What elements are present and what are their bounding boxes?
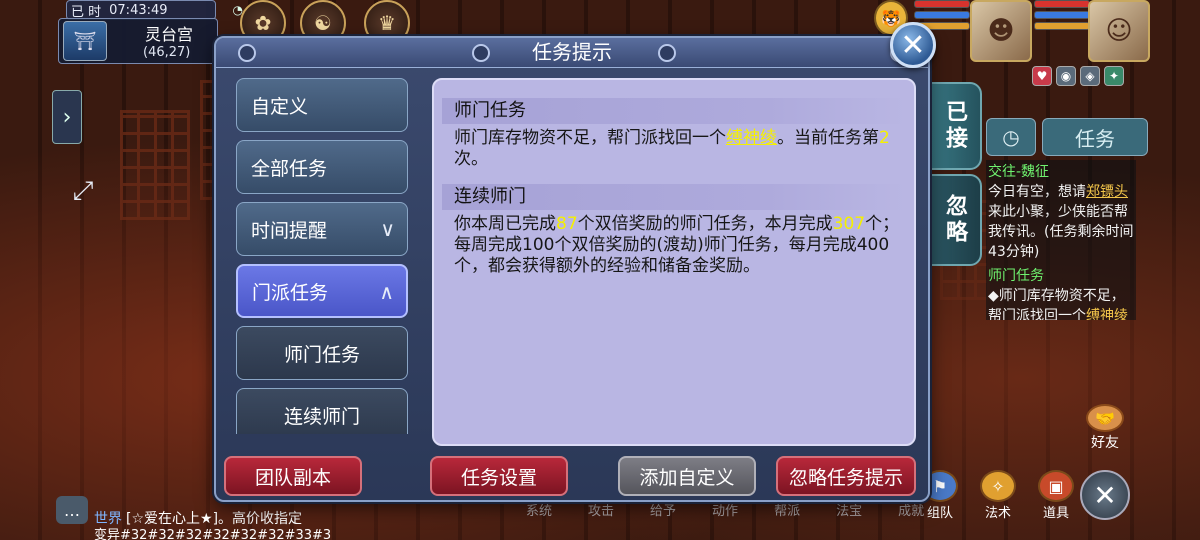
player-avatar[interactable]: ☺ [1088,0,1150,62]
bottom-menu-labels: 系统 攻击 给予 动作 帮派 法宝 成就 [526,500,924,519]
buff-icon[interactable]: ◉ [1056,66,1076,86]
fullscreen-expand-icon[interactable]: ⤢ [64,172,102,210]
buff-icons: ♥ ◉ ◈ ✦ [1032,66,1124,86]
items-label: 道具 [1042,506,1069,521]
chevron-up-icon: ∧ [379,280,394,304]
category-label: 时间提醒 [251,219,328,242]
category-label: 全部任务 [251,157,328,180]
description-text: 。当前任务第 [777,128,879,148]
quest-text: 今日有空，想请 [988,184,1086,200]
dialog-title: 任务提示 [532,40,612,64]
quest-item-link[interactable]: 缚神绫 [1086,308,1128,320]
category-custom[interactable]: 自定义 [236,78,408,132]
category-label: 自定义 [251,95,309,118]
buff-icon[interactable]: ◈ [1080,66,1100,86]
master-task-description: 师门库存物资不足，帮门派找回一个缚神绫。当前任务第2 次。 [454,128,902,170]
team-label: 组队 [926,506,953,521]
task-count: 2 [879,128,890,148]
ignore-task-hints-button[interactable]: 忽略任务提示 [776,456,916,496]
buff-icon[interactable]: ✦ [1104,66,1124,86]
tab-accepted[interactable]: 已接 [926,82,982,170]
section-title-continuous-master: 连续师门 [442,184,906,210]
menu-attack[interactable]: 攻击 [588,500,614,519]
close-icon[interactable]: ✕ [890,22,936,68]
tab-ignored[interactable]: 忽略 [926,174,982,266]
minimap-box[interactable]: ⛩ 灵台宫 (46,27) [58,18,218,64]
quest-text: 来此小聚，少侠能否帮我传讯。(任务剩余时间43分钟) [988,204,1134,260]
clock-time: 07:43:49 [109,2,168,18]
spell-button[interactable]: ✧ 法术 [978,470,1018,521]
spell-label: 法术 [984,506,1011,521]
chevron-down-icon: ∨ [380,217,395,241]
task-settings-button[interactable]: 任务设置 [430,456,568,496]
window-lattice-decoration [120,110,190,220]
friends-button[interactable]: 🤝 好友 [1080,404,1130,452]
quest-panel-header: ◷ 任务 [986,118,1148,156]
quest-entry[interactable]: 交往-魏征 今日有空，想请郑镖头来此小聚，少侠能否帮我传讯。(任务剩余时间43分… [988,162,1134,262]
add-custom-button[interactable]: 添加自定义 [618,456,756,496]
items-icon: ▣ [1038,470,1074,502]
clock-label: 已 时 [71,4,102,20]
description-text: 个双倍奖励的师门任务，本月完成 [577,214,833,234]
subcategory-master-task[interactable]: 师门任务 [236,326,408,380]
quest-tracker[interactable]: 交往-魏征 今日有空，想请郑镖头来此小聚，少侠能否帮我传讯。(任务剩余时间43分… [986,160,1136,320]
continuous-master-description: 你本周已完成87个双倍奖励的师门任务，本月完成307个；每周完成100个双倍奖励… [454,214,902,277]
timer-icon[interactable]: ◷ [986,118,1036,156]
minimap-icon[interactable]: ⛩ [63,21,107,61]
player-status-bars [1034,0,1090,33]
quest-title: 师门任务 [988,268,1044,284]
team-dungeon-button[interactable]: 团队副本 [224,456,362,496]
bottom-menu-icons: ⚑ 组队 ✧ 法术 ▣ 道具 [920,470,1076,521]
description-text: 师门库存物资不足，帮门派找回一个 [454,128,726,148]
weekly-count: 87 [556,214,578,234]
item-link[interactable]: 缚神绫 [726,128,777,148]
menu-system[interactable]: 系统 [526,500,552,519]
description-text: 你本周已完成 [454,214,556,234]
task-hint-dialog: 任务提示 自定义 全部任务 时间提醒 ∨ 门派任务 ∧ 师门任务 连续师门 师门… [214,36,930,502]
menu-give[interactable]: 给予 [650,500,676,519]
menu-treasure[interactable]: 法宝 [836,500,862,519]
quest-title: 交往-魏征 [988,164,1050,180]
category-sect-tasks[interactable]: 门派任务 ∧ [236,264,408,318]
friends-label: 好友 [1091,435,1119,451]
task-detail-panel: 师门任务 师门库存物资不足，帮门派找回一个缚神绫。当前任务第2 次。 连续师门 你… [432,78,916,446]
subcategory-continuous-master[interactable]: 连续师门 [236,388,408,434]
menu-action[interactable]: 动作 [712,500,738,519]
category-label: 门派任务 [252,281,329,304]
category-time-reminder[interactable]: 时间提醒 ∨ [236,202,408,256]
map-name: 灵台宫 [145,25,194,44]
description-text: 次。 [454,149,488,169]
expand-left-arrow-icon[interactable]: › [52,90,82,144]
menu-guild[interactable]: 帮派 [774,500,800,519]
chat-message-continued: 变异#32#32#32#32#32#32#33#3 [94,528,332,540]
section-title-master-task: 师门任务 [442,98,906,124]
close-menu-icon[interactable]: ✕ [1080,470,1130,520]
pet-portrait[interactable]: ☻ [970,0,1032,62]
chat-bubble-icon[interactable]: … [56,496,88,524]
handshake-icon: 🤝 [1086,404,1124,432]
category-all-tasks[interactable]: 全部任务 [236,140,408,194]
map-coordinates: (46,27) [143,45,191,60]
category-label: 师门任务 [283,343,360,366]
spell-icon: ✧ [980,470,1016,502]
clock-bar: 已 时 07:43:49 ◔ [66,0,243,20]
quest-task-button[interactable]: 任务 [1042,118,1148,156]
items-button[interactable]: ▣ 道具 [1036,470,1076,521]
category-label: 连续师门 [283,405,360,428]
quest-npc-link[interactable]: 郑镖头 [1086,184,1128,200]
category-list[interactable]: 自定义 全部任务 时间提醒 ∨ 门派任务 ∧ 师门任务 连续师门 [236,78,408,434]
monthly-count: 307 [832,214,866,234]
heart-buff-icon[interactable]: ♥ [1032,66,1052,86]
quest-entry[interactable]: 师门任务 ◆师门库存物资不足，帮门派找回一个缚神绫 [988,266,1134,320]
